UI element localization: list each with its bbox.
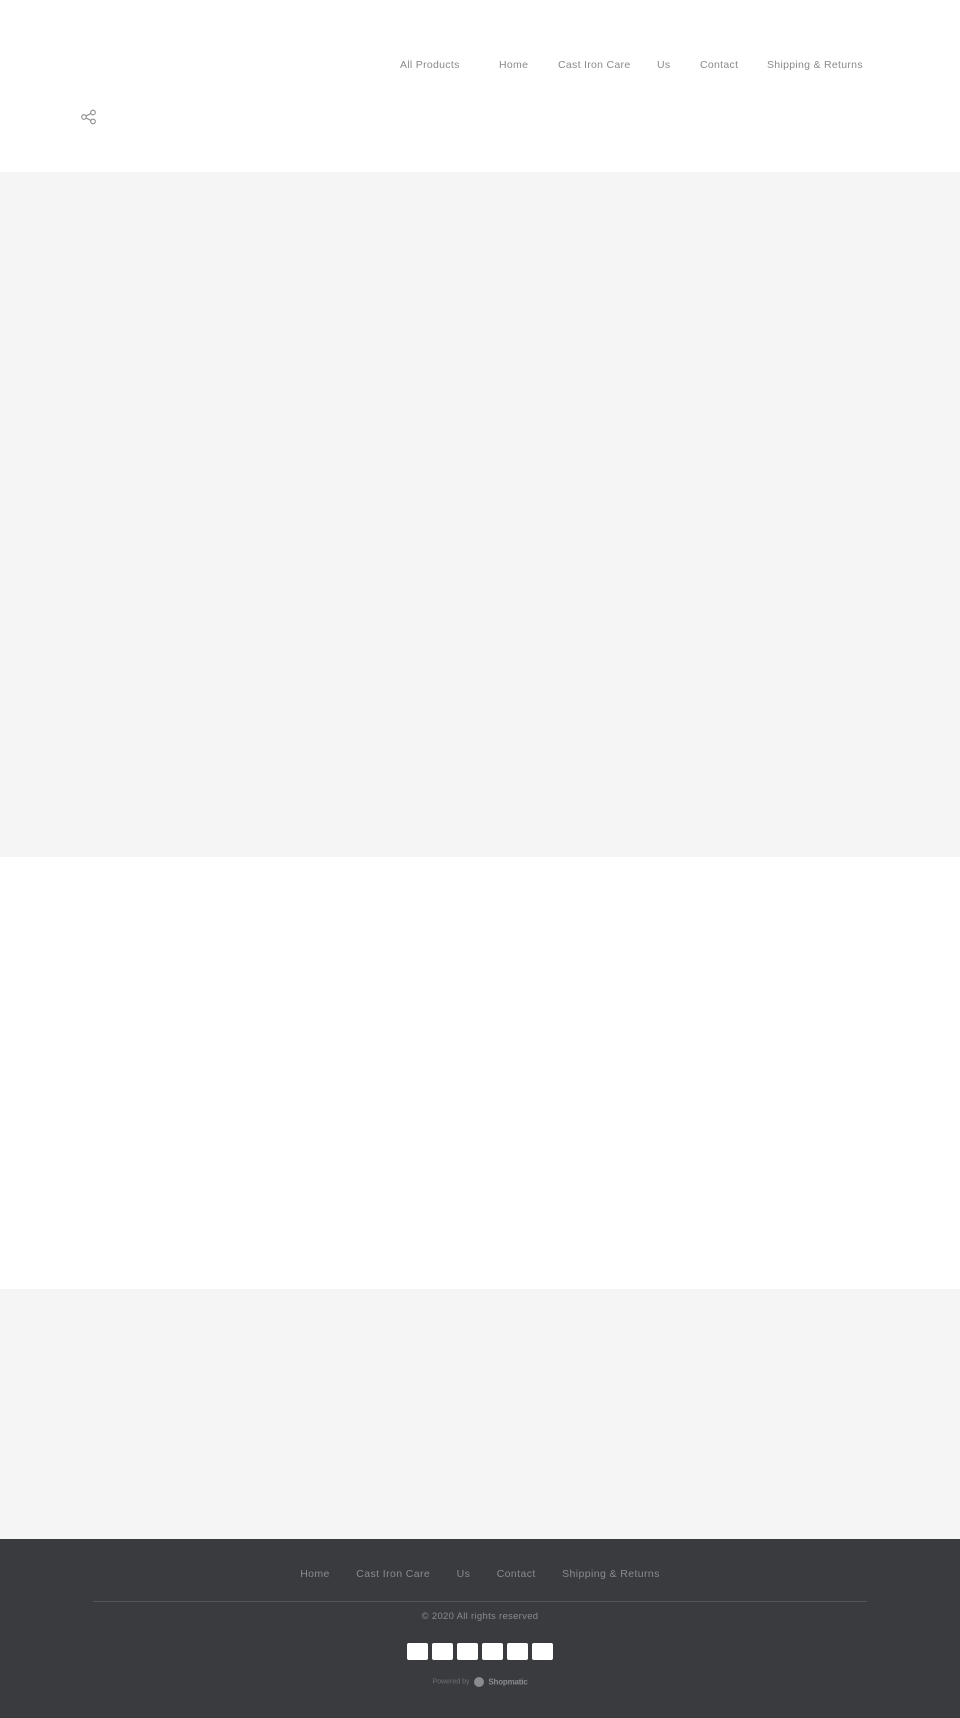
site-footer: Home Cast Iron Care Us Contact Shipping …	[0, 1539, 960, 1718]
payment-icon	[432, 1643, 453, 1660]
payment-icon	[457, 1643, 478, 1660]
nav-shipping-returns[interactable]: Shipping & Returns	[767, 59, 863, 71]
share-icon[interactable]	[81, 109, 97, 125]
powered-by-brand: Shopmatic	[488, 1677, 528, 1687]
footer-nav-us[interactable]: Us	[457, 1568, 471, 1580]
nav-contact[interactable]: Contact	[700, 59, 738, 71]
nav-cast-iron-care[interactable]: Cast Iron Care	[558, 59, 630, 71]
footer-divider	[93, 1601, 867, 1602]
powered-by-prefix: Powered by	[432, 1678, 470, 1686]
footer-nav-home[interactable]: Home	[300, 1568, 330, 1580]
hero-section	[0, 172, 960, 857]
payment-methods	[0, 1643, 960, 1660]
nav-home[interactable]: Home	[499, 59, 528, 71]
footer-nav-contact[interactable]: Contact	[497, 1568, 536, 1580]
main-nav: All Products Home Cast Iron Care Us Cont…	[0, 59, 960, 75]
payment-icon	[507, 1643, 528, 1660]
shopmatic-logo-icon	[474, 1677, 485, 1687]
nav-us[interactable]: Us	[657, 59, 670, 71]
footer-nav-cast-iron-care[interactable]: Cast Iron Care	[356, 1568, 430, 1580]
content-section	[0, 857, 960, 1289]
nav-all-products[interactable]: All Products	[400, 59, 460, 71]
copyright-text: © 2020 All rights reserved	[421, 1611, 539, 1622]
powered-by[interactable]: Powered by Shopmatic	[0, 1677, 960, 1687]
footer-nav-shipping-returns[interactable]: Shipping & Returns	[562, 1568, 660, 1580]
payment-icon	[407, 1643, 428, 1660]
secondary-section	[0, 1289, 960, 1539]
payment-icon	[482, 1643, 503, 1660]
footer-nav: Home Cast Iron Care Us Contact Shipping …	[0, 1564, 960, 1580]
payment-icon	[532, 1643, 553, 1660]
site-header: All Products Home Cast Iron Care Us Cont…	[0, 0, 960, 172]
